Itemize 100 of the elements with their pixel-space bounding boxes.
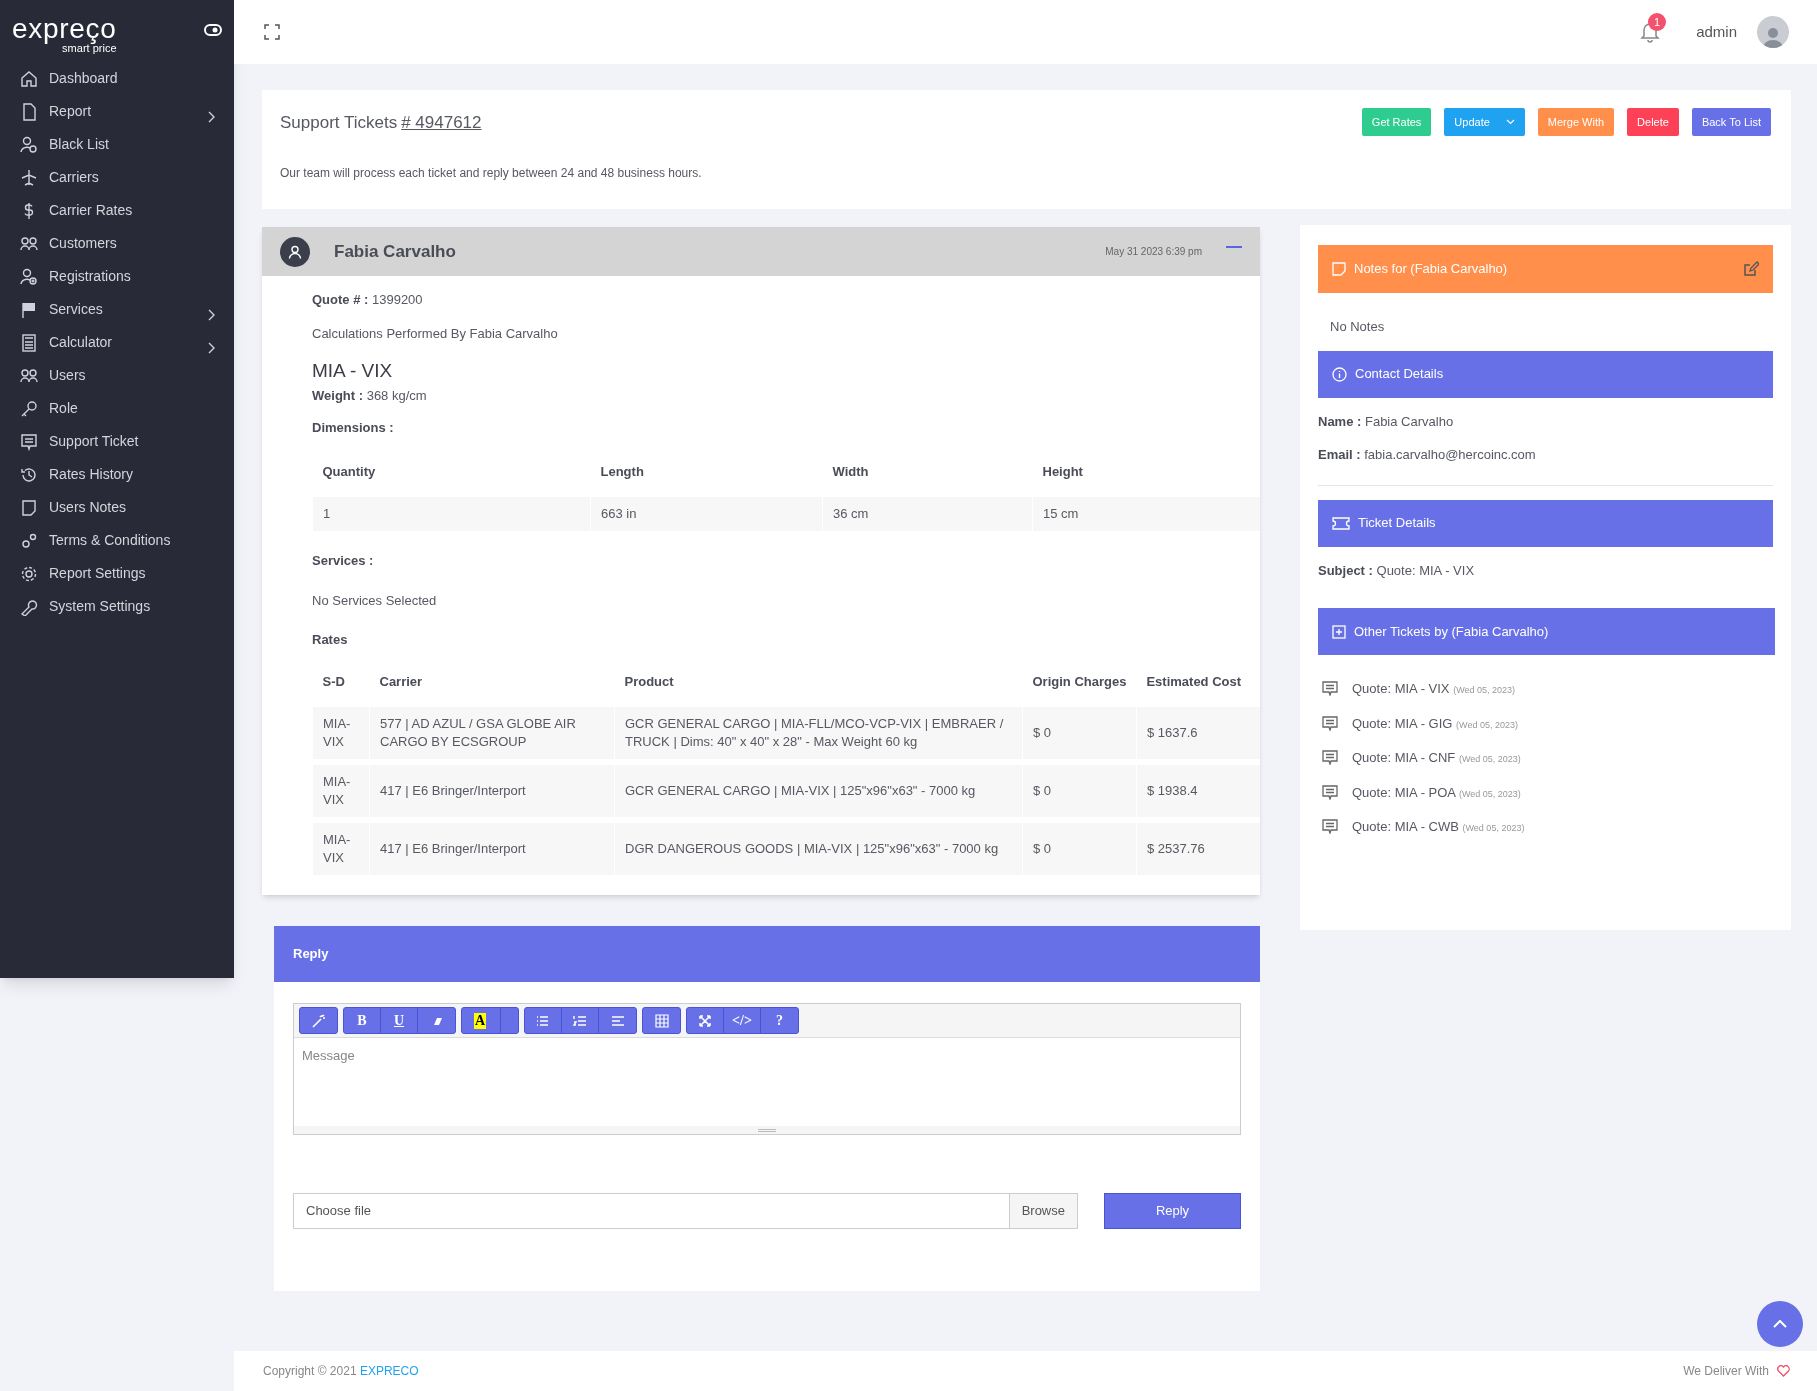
notification-count: 1 (1648, 13, 1667, 31)
user-add-icon (20, 267, 38, 286)
table-cell: $ 0 (1022, 820, 1137, 875)
table-cell: 36 cm (822, 494, 1033, 531)
toolbar-button[interactable]: A (462, 1008, 518, 1033)
column-header: Estimated Cost (1136, 661, 1260, 704)
table-cell: 417 | E6 Bringer/Interport (369, 820, 615, 875)
scroll-top-button[interactable] (1757, 1301, 1803, 1347)
other-ticket-link[interactable]: Quote: MIA - POA (Wed 05, 2023) (1352, 782, 1521, 802)
sidebar-item[interactable]: Rates History (0, 458, 234, 491)
edit-icon[interactable] (1743, 261, 1759, 277)
sidebar-item[interactable]: Users (0, 359, 234, 392)
services-text: No Services Selected (312, 591, 438, 610)
table-cell: GCR GENERAL CARGO | MIA-FLL/MCO-VCP-VIX | EMBRAER / TRUCK | Dims: 40" x 40" x 28" - Max Weight 60 kg (614, 704, 1023, 762)
other-ticket-link[interactable]: Quote: MIA - GIG (Wed 05, 2023) (1352, 713, 1518, 733)
route-title: MIA - VIX (312, 359, 394, 383)
action-button[interactable]: Back To List (1691, 108, 1771, 136)
collapse-icon[interactable] (1226, 246, 1242, 249)
quote-number: Quote # : 1399200 (312, 291, 424, 309)
flag-icon (20, 300, 38, 319)
chat-icon (1322, 715, 1338, 731)
reply-button[interactable]: Reply (1104, 1193, 1241, 1229)
toolbar-button[interactable]: </> (724, 1008, 761, 1033)
other-ticket-link[interactable]: Quote: MIA - CWB (Wed 05, 2023) (1352, 817, 1525, 837)
toolbar-button[interactable]: B (344, 1008, 381, 1033)
no-notes-text: No Notes (1329, 318, 1386, 336)
calculator-icon (20, 333, 38, 352)
sidebar-item[interactable]: Calculator (0, 326, 234, 359)
table-cell: $ 1938.4 (1136, 762, 1260, 820)
sidebar-item[interactable]: Report (0, 95, 234, 128)
sidebar-item[interactable]: System Settings (0, 590, 234, 623)
weight-text: Weight : 368 kg/cm (312, 386, 428, 405)
message-field[interactable]: Message (294, 1038, 1240, 1126)
users-icon (20, 234, 38, 253)
gears-icon (20, 531, 38, 550)
processing-note: Our team will process each ticket and reply between 24 and 48 business hours. (280, 165, 703, 182)
airplane-icon (20, 168, 38, 187)
gear-icon (20, 564, 38, 583)
footer-tagline: We Deliver With (1683, 1363, 1769, 1380)
toggle-icon[interactable] (204, 24, 222, 36)
key-icon (20, 399, 38, 418)
column-header: Carrier (378, 672, 424, 691)
table-cell: 417 | E6 Bringer/Interport (369, 762, 615, 820)
sidebar-item[interactable]: Users Notes (0, 491, 234, 524)
column-header: Height (1032, 451, 1260, 494)
chevron-up-icon (1773, 1320, 1787, 1328)
table-cell: MIA-VIX (312, 704, 370, 762)
sidebar-item[interactable]: Carrier Rates (0, 194, 234, 227)
history-icon (20, 465, 38, 484)
rates-label: Rates (312, 631, 349, 649)
sidebar-item[interactable]: Registrations (0, 260, 234, 293)
chat-icon (1322, 819, 1338, 835)
table-cell: 1 (312, 494, 591, 531)
detail-field: Subject : Quote: MIA - VIX (1318, 560, 1773, 580)
sidebar-item[interactable]: Services (0, 293, 234, 326)
sidebar-item[interactable]: Carriers (0, 161, 234, 194)
plus-square-icon (1332, 624, 1346, 639)
users-icon (20, 366, 38, 385)
fullscreen-icon[interactable] (264, 24, 280, 40)
other-tickets-title: Other Tickets by (Fabia Carvalho) (1354, 622, 1549, 641)
column-header: S-D (321, 672, 346, 691)
avatar[interactable] (1757, 16, 1789, 48)
table-cell: $ 1637.6 (1136, 704, 1260, 762)
magic-wand-icon (310, 1012, 327, 1029)
sidebar-item[interactable]: Dashboard (0, 62, 234, 95)
wrench-icon (20, 597, 38, 616)
browse-button[interactable]: Browse (1008, 1194, 1077, 1228)
sidebar-item[interactable]: Terms & Conditions (0, 524, 234, 557)
other-ticket-link[interactable]: Quote: MIA - VIX (Wed 05, 2023) (1352, 679, 1516, 699)
file-placeholder: Choose file (305, 1202, 373, 1221)
page-title: Support Tickets (280, 112, 398, 134)
note-icon (1332, 262, 1346, 276)
fullscreen-icon (697, 1012, 713, 1029)
dimensions-label: Dimensions : (312, 419, 395, 437)
chat-icon (20, 432, 38, 451)
heart-icon (1777, 1365, 1790, 1377)
toolbar-button[interactable]: ? (761, 1008, 798, 1033)
other-ticket-link[interactable]: Quote: MIA - CNF (Wed 05, 2023) (1352, 748, 1521, 768)
detail-field: Name : Fabia Carvalho (1318, 411, 1773, 431)
sidebar-item[interactable]: Black List (0, 128, 234, 161)
toolbar-button[interactable]: U (381, 1008, 418, 1033)
copyright-text: Copyright © 2021 EXPRECO (263, 1363, 419, 1380)
table-cell: DGR DANGEROUS GOODS | MIA-VIX | 125"x96"x63" - 7000 kg (614, 820, 1023, 875)
sidebar-item[interactable]: Role (0, 392, 234, 425)
table-cell: 577 | AD AZUL / GSA GLOBE AIR CARGO BY ECSGROUP (369, 704, 615, 762)
home-icon (20, 69, 38, 88)
file-input[interactable]: Choose file Browse (293, 1193, 1078, 1229)
sidebar-item[interactable]: Report Settings (0, 557, 234, 590)
column-header: Length (599, 462, 645, 481)
column-header: Product (623, 672, 675, 691)
ticket-number-link[interactable]: # 4947612 (401, 110, 482, 136)
table-cell: 15 cm (1032, 494, 1260, 531)
contact-title: Contact Details (1355, 365, 1444, 384)
sidebar-item[interactable]: Support Ticket (0, 425, 234, 458)
table-cell: 663 in (590, 494, 823, 531)
chat-icon (1322, 784, 1338, 800)
sidebar-item[interactable]: Customers (0, 227, 234, 260)
table-cell: $ 2537.76 (1136, 820, 1260, 875)
user-name[interactable]: admin (1696, 20, 1737, 44)
column-header: Quantity (321, 462, 377, 481)
